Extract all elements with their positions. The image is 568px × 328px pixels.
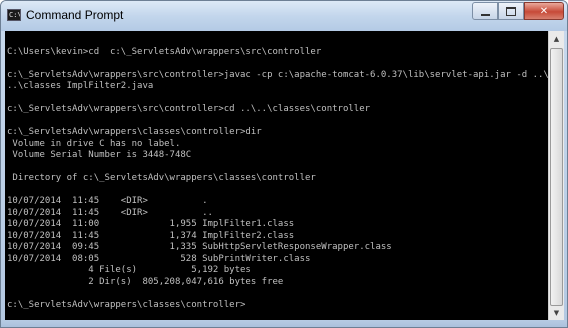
window-bottom-frame [1, 320, 567, 327]
caption-buttons: ✕ [472, 2, 564, 20]
maximize-icon [506, 6, 516, 16]
maximize-button[interactable] [498, 2, 524, 20]
console-line: C:\Users\kevin>cd c:\_ServletsAdv\wrappe… [7, 46, 322, 57]
window-title: Command Prompt [26, 8, 124, 22]
minimize-button[interactable] [472, 2, 498, 20]
command-prompt-window: C:\ Command Prompt ✕ C:\Users\kevin>cd c… [0, 0, 568, 328]
vertical-scrollbar[interactable]: ▲ ▼ [548, 31, 564, 320]
console-line: ..\classes ImplFilter2.java [7, 81, 154, 91]
console-text: C:\Users\kevin>cd c:\_ServletsAdv\wrappe… [5, 31, 548, 311]
console-line: 10/07/2014 11:45 <DIR> .. [7, 207, 213, 218]
console-line: 10/07/2014 11:45 <DIR> . [7, 196, 208, 206]
console-line: 4 File(s) 5,192 bytes [7, 265, 251, 275]
close-icon: ✕ [539, 5, 549, 17]
console-line: 10/07/2014 11:45 1,374 ImplFilter2.class [7, 230, 295, 241]
console-output[interactable]: C:\Users\kevin>cd c:\_ServletsAdv\wrappe… [5, 31, 548, 320]
close-button[interactable]: ✕ [524, 2, 564, 20]
console-icon: C:\ [7, 9, 21, 21]
console-line: Directory of c:\_ServletsAdv\wrappers\cl… [7, 173, 316, 183]
scroll-thumb[interactable] [550, 48, 563, 306]
console-line: Volume Serial Number is 3448-748C [7, 150, 192, 160]
console-line: 10/07/2014 11:00 1,955 ImplFilter1.class [7, 219, 295, 229]
console-line: c:\_ServletsAdv\wrappers\classes\control… [7, 299, 246, 310]
minimize-icon [480, 13, 490, 16]
scroll-down-arrow-icon[interactable]: ▼ [549, 305, 564, 320]
console-line: 10/07/2014 09:45 1,335 SubHttpServletRes… [7, 242, 392, 252]
scroll-up-arrow-icon[interactable]: ▲ [549, 31, 564, 46]
console-line: 10/07/2014 08:05 528 SubPrintWriter.clas… [7, 253, 311, 264]
console-line: 2 Dir(s) 805,208,047,616 bytes free [7, 276, 284, 287]
console-line: c:\_ServletsAdv\wrappers\src\controller>… [7, 104, 371, 114]
title-bar[interactable]: C:\ Command Prompt ✕ [1, 1, 567, 31]
console-line: c:\_ServletsAdv\wrappers\classes\control… [7, 127, 262, 137]
console-line: Volume in drive C has no label. [7, 138, 181, 149]
console-line: c:\_ServletsAdv\wrappers\src\controller>… [7, 69, 548, 80]
